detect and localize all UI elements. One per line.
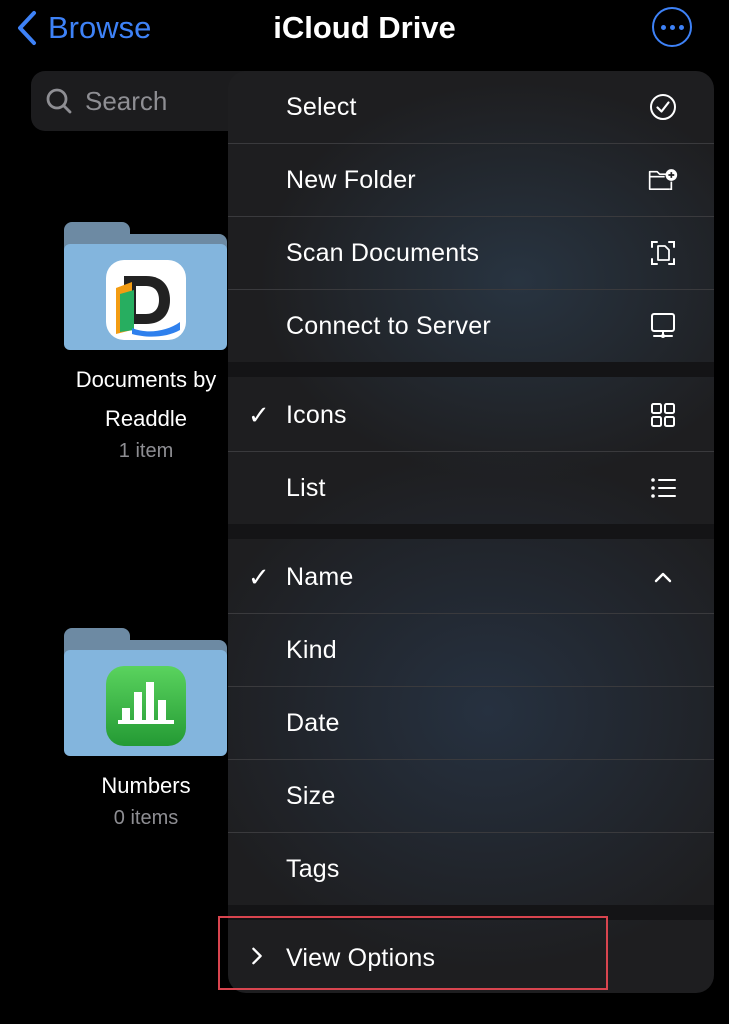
folder-icon [64,628,227,756]
page-title: iCloud Drive [273,10,456,45]
menu-item-label: Kind [286,635,337,664]
menu-item-label: Name [286,562,354,591]
menu-item-sort-size[interactable]: Size [228,760,714,832]
menu-item-label: Size [286,781,336,810]
menu-item-connect-to-server[interactable]: Connect to Server [228,290,714,362]
folder-name-line2: Readdle [105,406,187,431]
search-icon [46,88,72,114]
options-menu: Select New Folder Scan Documents Connect… [228,71,714,993]
menu-item-label: Select [286,92,357,121]
menu-item-sort-date[interactable]: Date [228,687,714,759]
doc-scanner-icon [648,238,678,268]
chevron-right-icon [248,943,274,974]
documents-app-icon [106,260,186,340]
folder-item-count: 0 items [113,807,179,829]
list-icon [648,473,678,503]
folder-icon [64,222,227,350]
menu-item-label: Date [286,708,340,737]
menu-item-new-folder[interactable]: New Folder [228,144,714,216]
menu-item-view-icons[interactable]: ✓ Icons [228,379,714,451]
menu-item-select[interactable]: Select [228,71,714,143]
folder-documents-by-readdle[interactable]: Documents by Readdle 1 item [61,222,231,463]
numbers-app-icon [106,666,186,746]
grid-icon [648,400,678,430]
folder-name: Documents by [75,367,217,392]
menu-item-label: View Options [286,943,436,972]
chevron-up-icon [648,562,678,592]
menu-item-label: New Folder [286,165,416,194]
folder-name: Numbers [101,773,191,798]
menu-item-sort-kind[interactable]: Kind [228,614,714,686]
folder-numbers[interactable]: Numbers 0 items [61,628,231,830]
checkmark-circle-icon [648,92,678,122]
checkmark-icon: ✓ [248,399,270,430]
menu-item-label: List [286,473,326,502]
menu-item-scan-documents[interactable]: Scan Documents [228,217,714,289]
folder-item-count: 1 item [118,440,174,462]
menu-item-label: Icons [286,400,347,429]
display-network-icon [648,311,678,341]
menu-item-label: Tags [286,854,340,883]
menu-item-view-options[interactable]: View Options [228,922,714,993]
ellipsis-icon [660,24,666,30]
menu-item-sort-name[interactable]: ✓ Name [228,541,714,613]
menu-item-view-list[interactable]: List [228,452,714,524]
menu-item-sort-tags[interactable]: Tags [228,833,714,905]
folder-plus-icon [648,165,678,195]
menu-item-label: Scan Documents [286,238,480,267]
checkmark-icon: ✓ [248,561,270,592]
menu-item-label: Connect to Server [286,311,491,340]
more-options-button[interactable] [652,7,692,47]
